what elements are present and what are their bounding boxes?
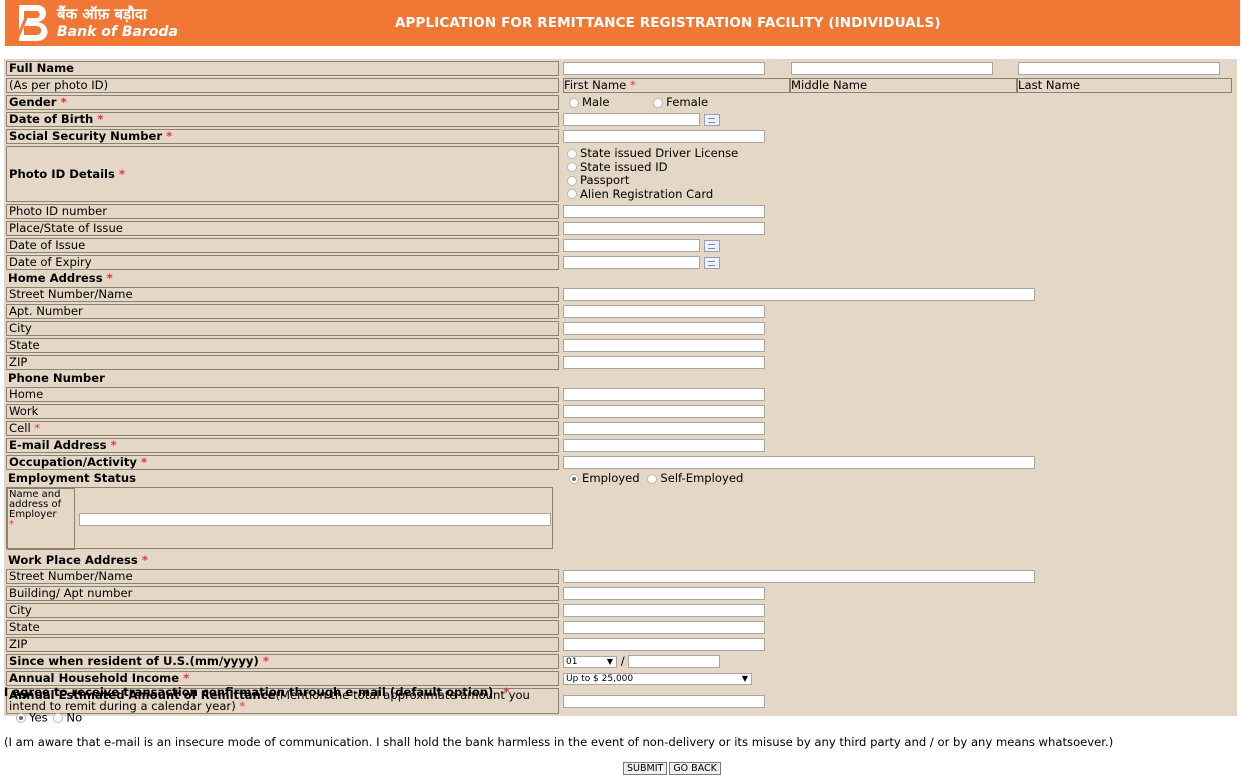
photo-id-note: (As per photo ID) [6,78,559,93]
cell-phone-label: Cell * [6,421,559,436]
photo-id-number-label: Photo ID number [6,204,559,219]
work-city-input[interactable] [563,604,765,617]
consent-no-radio[interactable] [53,712,64,723]
first-name-input[interactable] [563,62,765,75]
work-street-input[interactable] [563,570,1035,583]
first-name-label: First Name * [563,78,790,93]
work-address-heading: Work Place Address * [8,553,148,567]
home-city-input[interactable] [563,322,765,335]
brand-hindi: बैंक ऑफ़ बड़ौदा [57,5,147,23]
home-phone-label: Home [6,387,559,402]
middle-name-input[interactable] [790,62,993,75]
phone-number-heading: Phone Number [8,371,105,385]
home-phone-input[interactable] [563,388,765,401]
bank-of-baroda-logo-icon [15,5,48,41]
building-label: Building/ Apt number [6,586,559,601]
occupation-input[interactable] [563,456,1035,469]
gender-label: Gender * [6,95,559,110]
gender-female-radio[interactable] [653,97,664,108]
go-back-button[interactable]: GO BACK [669,762,721,775]
home-zip-input[interactable] [563,356,765,369]
date-of-issue-label: Date of Issue [6,238,559,253]
date-of-expiry-label: Date of Expiry [6,255,559,270]
home-apt-input[interactable] [563,305,765,318]
employer-label: Name and address of Employer * [7,488,75,550]
work-building-input[interactable] [563,587,765,600]
city-label: City [6,321,559,336]
apt-label: Apt. Number [6,304,559,319]
place-of-issue-input[interactable] [563,222,765,235]
email-label: E-mail Address * [6,438,559,453]
brand-english: Bank of Baroda [57,24,178,40]
home-street-input[interactable] [563,288,1035,301]
income-label: Annual Household Income * [6,671,559,686]
zip-label: ZIP [6,355,559,370]
date-of-issue-input[interactable] [563,239,700,252]
date-of-expiry-input[interactable] [563,256,700,269]
occupation-label: Occupation/Activity * [6,455,559,470]
home-address-heading: Home Address * [8,271,113,285]
cell-phone-input[interactable] [563,422,765,435]
header-banner: बैंक ऑफ़ बड़ौदा Bank of Baroda APPLICATI… [5,0,1240,46]
home-state-input[interactable] [563,339,765,352]
work-state-input[interactable] [563,621,765,634]
employment-status-label: Employment Status [8,471,136,485]
employer-input[interactable] [79,513,551,526]
work-zip-input[interactable] [563,638,765,651]
last-name-label: Last Name [1017,78,1232,93]
pid-option-alien-card[interactable]: Alien Registration Card [563,187,1233,202]
income-select[interactable]: Up to $ 25,000 ▼ [563,672,752,685]
month-select[interactable]: 01 ▼ [563,655,617,668]
consent-yes-radio[interactable] [16,712,26,723]
full-name-label: Full Name [6,61,559,76]
pid-option-dl[interactable]: State issued Driver License [563,146,1233,161]
work-state-label: State [6,620,559,635]
work-phone-label: Work [6,404,559,419]
pid-option-state-id[interactable]: State issued ID [563,160,1233,175]
email-consent: I agree to receive transaction confirmat… [4,685,1237,748]
employer-box: Name and address of Employer * [6,487,553,550]
calendar-icon[interactable] [704,256,720,269]
ssn-label: Social Security Number * [6,129,559,144]
dob-input[interactable] [563,113,700,126]
consent-question: I agree to receive transaction confirmat… [4,685,510,699]
photo-id-details-label: Photo ID Details * [6,146,559,202]
calendar-icon[interactable] [704,113,720,126]
pid-option-passport[interactable]: Passport [563,173,1233,188]
dob-label: Date of Birth * [6,112,559,127]
email-input[interactable] [563,439,765,452]
work-zip-label: ZIP [6,637,559,652]
consent-disclaimer: (I am aware that e-mail is an insecure m… [4,734,1114,749]
place-of-issue-label: Place/State of Issue [6,221,559,236]
since-resident-label: Since when resident of U.S.(mm/yyyy) * [6,654,559,669]
page-title: APPLICATION FOR REMITTANCE REGISTRATION … [395,15,941,31]
last-name-input[interactable] [1018,62,1221,75]
work-street-label: Street Number/Name [6,569,559,584]
year-input[interactable] [628,655,721,668]
employed-radio[interactable] [569,473,579,484]
state-label: State [6,338,559,353]
street-label: Street Number/Name [6,287,559,302]
middle-name-label: Middle Name [790,78,1017,93]
work-city-label: City [6,603,559,618]
ssn-input[interactable] [563,130,765,143]
gender-male-radio[interactable] [569,97,579,108]
calendar-icon[interactable] [704,239,720,252]
photo-id-number-input[interactable] [563,205,765,218]
self-employed-radio[interactable] [647,473,658,484]
application-form: Full Name (As per photo ID) First Name *… [4,59,1237,716]
work-phone-input[interactable] [563,405,765,418]
submit-button[interactable]: SUBMIT [623,762,668,775]
